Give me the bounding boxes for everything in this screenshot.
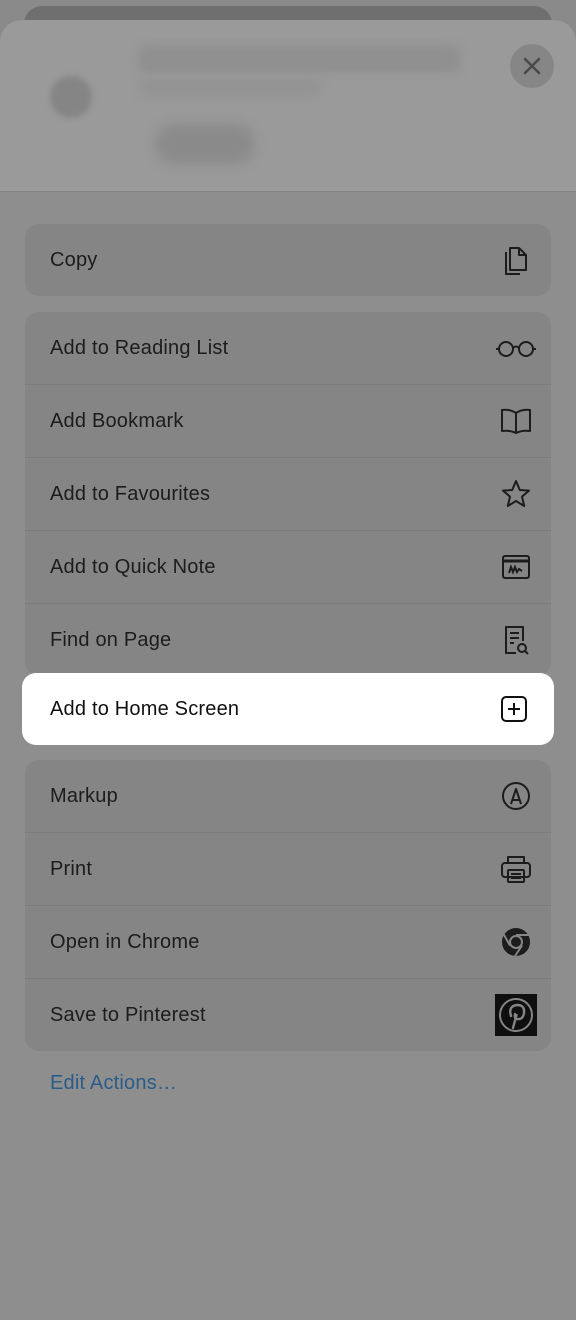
site-icon [50,76,92,118]
action-label: Add to Favourites [50,483,211,505]
action-add-to-favourites[interactable]: Add to Favourites [25,457,551,530]
pinterest-icon [495,994,537,1036]
action-label: Find on Page [50,629,172,651]
action-label: Add Bookmark [50,410,184,432]
action-markup[interactable]: Markup [25,760,551,832]
action-label: Copy [50,249,98,271]
printer-icon [498,851,534,887]
book-icon [498,403,534,439]
markup-icon [498,778,534,814]
action-group-more: Markup Print Open in Chrome Save to Pint… [25,760,551,1051]
star-icon [498,476,534,512]
page-url-blurred [140,78,320,96]
sheet-bottom [0,1150,576,1280]
action-add-bookmark[interactable]: Add Bookmark [25,384,551,457]
action-label: Add to Quick Note [50,556,216,578]
action-group-copy: Copy [25,224,551,296]
options-pill-blurred [155,124,255,164]
edit-actions-link[interactable]: Edit Actions… [50,1072,177,1095]
action-label: Save to Pinterest [50,1004,206,1026]
chrome-icon [498,924,534,960]
action-save-to-pinterest[interactable]: Save to Pinterest [25,978,551,1051]
action-add-to-home-screen[interactable]: Add to Home Screen [22,673,554,745]
action-add-to-quick-note[interactable]: Add to Quick Note [25,530,551,603]
page-title-blurred [138,46,460,72]
add-square-icon [496,691,532,727]
action-add-to-reading-list[interactable]: Add to Reading List [25,312,551,384]
action-label: Open in Chrome [50,931,200,953]
share-sheet-header [0,20,576,192]
glasses-icon [494,330,538,366]
action-label: Print [50,858,93,880]
quick-note-icon [498,549,534,585]
action-copy[interactable]: Copy [25,224,551,296]
action-find-on-page[interactable]: Find on Page [25,603,551,676]
close-icon [523,57,541,75]
action-group-save: Add to Reading List Add Bookmark Add to … [25,312,551,676]
find-on-page-icon [498,622,534,658]
action-label: Add to Reading List [50,337,229,359]
copy-icon [498,242,534,278]
action-print[interactable]: Print [25,832,551,905]
action-open-in-chrome[interactable]: Open in Chrome [25,905,551,978]
action-label: Markup [50,785,118,807]
action-label: Add to Home Screen [50,698,240,720]
close-button[interactable] [510,44,554,88]
